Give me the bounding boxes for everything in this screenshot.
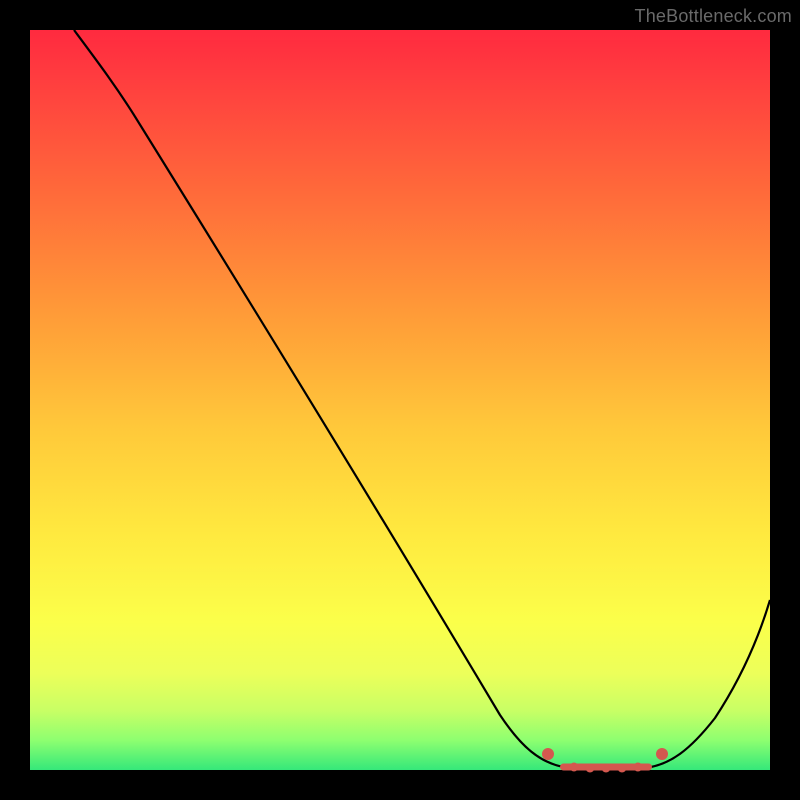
trough-dot-3 [602,764,611,773]
trough-start-dot [542,748,554,760]
watermark: TheBottleneck.com [635,6,792,27]
trough-dot-2 [586,764,595,773]
trough-dot-4 [618,764,627,773]
plot-area [30,30,770,770]
trough-dot-5 [634,763,643,772]
chart-root: TheBottleneck.com [0,0,800,800]
trough-dot-1 [570,763,579,772]
trough-end-dot [656,748,668,760]
curve-svg [30,30,770,770]
bottleneck-curve [74,30,770,768]
